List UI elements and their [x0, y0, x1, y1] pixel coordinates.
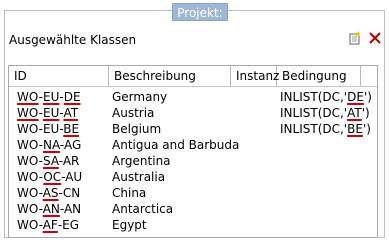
cell-beschreibung: Germany	[112, 90, 168, 104]
id-underlined-part: EU	[43, 90, 60, 104]
cell-beschreibung: Australia	[112, 170, 166, 184]
cell-id: WO-EU-BE	[17, 121, 79, 137]
cell-bedingung: INLIST(DC,'AT')	[280, 105, 370, 121]
id-underlined-part: SA	[42, 154, 59, 168]
id-part: -AU	[61, 170, 83, 184]
id-underlined-part: OC	[43, 170, 62, 184]
id-underlined-part: WO	[17, 106, 39, 120]
cell-id: WO-SA-AR	[17, 153, 79, 169]
column-header-id[interactable]: ID	[9, 66, 109, 86]
id-underlined-part: DE	[63, 90, 81, 104]
cell-bedingung: INLIST(DC,'DE')	[280, 89, 372, 105]
column-header-beschreibung[interactable]: Beschreibung	[109, 66, 231, 86]
cell-id: WO-AS-CN	[17, 185, 80, 201]
table-row[interactable]: WO-AN-AN Antarctica	[9, 201, 377, 217]
bed-part: ')	[361, 106, 370, 120]
bed-part: ')	[362, 122, 371, 136]
classes-table[interactable]: ID Beschreibung Instanz Bedingung WO-EU-…	[8, 65, 378, 238]
table-row[interactable]: WO-EU-AT Austria INLIST(DC,'AT')	[9, 105, 377, 121]
id-underlined-part: BE	[63, 122, 80, 136]
id-part: -AR	[58, 154, 80, 168]
id-part: WO-EU-	[17, 122, 64, 136]
id-underlined-part: AS	[42, 186, 59, 200]
cell-id: WO-OC-AU	[17, 169, 82, 185]
projekt-tab[interactable]: Projekt:	[172, 3, 228, 21]
table-row[interactable]: WO-EU-DE Germany INLIST(DC,'DE')	[9, 89, 377, 105]
table-rows: WO-EU-DE Germany INLIST(DC,'DE') WO-EU-A…	[9, 89, 377, 233]
id-part: WO-	[17, 170, 44, 184]
cell-id: WO-EU-DE	[17, 89, 81, 105]
id-underlined-part: AN	[42, 202, 60, 216]
bed-underlined-part: BE	[347, 122, 363, 136]
table-row[interactable]: WO-AS-CN China	[9, 185, 377, 201]
bed-underlined-part: AT	[347, 106, 362, 120]
id-part: WO-	[17, 186, 43, 200]
cell-bedingung: INLIST(DC,'BE')	[280, 121, 371, 137]
id-underlined-part: EU	[43, 106, 60, 120]
id-underlined-part: NA	[42, 138, 60, 152]
id-part: -AN	[59, 202, 82, 216]
cell-id: WO-NA-AG	[17, 137, 81, 153]
cell-beschreibung: Austria	[112, 106, 155, 120]
cell-beschreibung: Argentina	[112, 154, 171, 168]
bed-part: INLIST(DC,'	[280, 122, 348, 136]
cell-beschreibung: Egypt	[112, 218, 147, 232]
table-row[interactable]: WO-AF-EG Egypt	[9, 217, 377, 233]
cell-beschreibung: Belgium	[112, 122, 162, 136]
page: Projekt: Ausgewählte Klassen ID Beschrei…	[0, 0, 389, 243]
column-header-instanz[interactable]: Instanz	[231, 66, 279, 86]
id-part: WO-	[17, 202, 43, 216]
id-part: -CN	[58, 186, 81, 200]
cell-id: WO-AF-EG	[17, 217, 79, 233]
bed-part: INLIST(DC,'	[280, 90, 348, 104]
cell-beschreibung: Antarctica	[112, 202, 174, 216]
id-part: -AG	[59, 138, 82, 152]
new-document-icon[interactable]	[348, 31, 362, 45]
panel-title: Ausgewählte Klassen	[9, 33, 137, 47]
id-underlined-part: WO	[17, 90, 39, 104]
table-header: ID Beschreibung Instanz Bedingung	[9, 66, 377, 87]
id-underlined-part: AF	[42, 218, 58, 232]
bed-underlined-part: DE	[347, 90, 364, 104]
table-row[interactable]: WO-EU-BE Belgium INLIST(DC,'BE')	[9, 121, 377, 137]
table-row[interactable]: WO-SA-AR Argentina	[9, 153, 377, 169]
bed-part: ')	[363, 90, 372, 104]
cell-id: WO-AN-AN	[17, 201, 81, 217]
table-row[interactable]: WO-NA-AG Antigua and Barbuda	[9, 137, 377, 153]
close-icon[interactable]	[368, 31, 382, 45]
bed-part: INLIST(DC,'	[280, 106, 348, 120]
id-part: WO-	[17, 218, 43, 232]
table-row[interactable]: WO-OC-AU Australia	[9, 169, 377, 185]
id-part: WO-	[17, 154, 43, 168]
cell-beschreibung: Antigua and Barbuda	[112, 138, 240, 152]
id-part: WO-	[17, 138, 43, 152]
column-header-bedingung[interactable]: Bedingung	[277, 66, 361, 86]
id-part: -EG	[57, 218, 80, 232]
id-underlined-part: AT	[63, 106, 79, 120]
cell-beschreibung: China	[112, 186, 147, 200]
cell-id: WO-EU-AT	[17, 105, 78, 121]
